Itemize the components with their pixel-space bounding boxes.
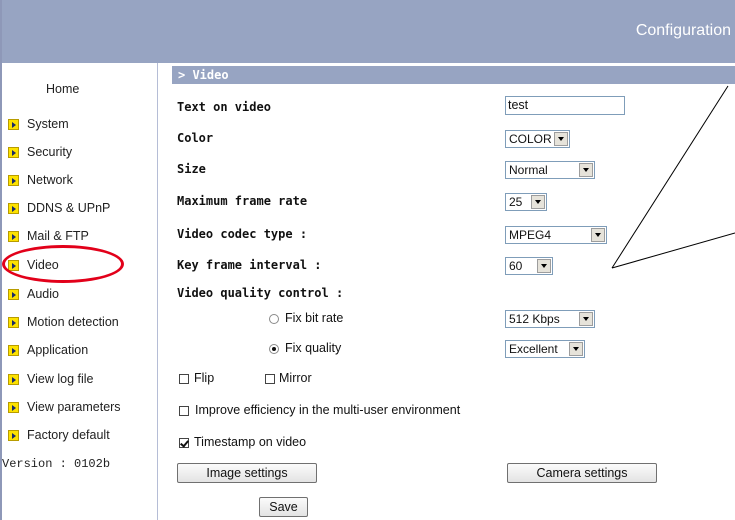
text-on-video-input[interactable]: test — [505, 96, 625, 115]
fix-bit-rate-label: Fix bit rate — [285, 311, 344, 325]
key-frame-select[interactable]: 60 — [505, 257, 553, 275]
sidebar-item-system[interactable]: System — [8, 115, 69, 133]
chevron-down-icon — [554, 132, 568, 146]
section-title: > Video — [172, 66, 735, 84]
sidebar-item-audio[interactable]: Audio — [8, 285, 59, 303]
arrow-icon — [8, 429, 19, 441]
save-button[interactable]: Save — [259, 497, 308, 517]
page-title: Configuration — [635, 22, 731, 39]
mirror-label: Mirror — [279, 371, 312, 385]
arrow-icon — [8, 344, 19, 356]
codec-select-value: MPEG4 — [509, 228, 552, 242]
frame-rate-select-value: 25 — [509, 195, 523, 209]
chevron-down-icon — [537, 259, 551, 273]
quality-control-label: Video quality control : — [177, 286, 344, 300]
multi-user-label: Improve efficiency in the multi-user env… — [195, 403, 461, 417]
size-label: Size — [177, 162, 206, 176]
sidebar-item-mail-ftp[interactable]: Mail & FTP — [8, 227, 89, 245]
arrow-icon — [8, 118, 19, 130]
fix-quality-radio[interactable] — [269, 344, 279, 354]
size-select[interactable]: Normal — [505, 161, 595, 179]
sidebar-item-label: Application — [27, 343, 89, 357]
mirror-checkbox[interactable] — [265, 374, 275, 384]
camera-settings-button[interactable]: Camera settings — [507, 463, 657, 483]
sidebar-item-label: Security — [27, 145, 73, 159]
sidebar-item-application[interactable]: Application — [8, 341, 88, 359]
sidebar-item-label: Network — [27, 173, 73, 187]
chevron-down-icon — [591, 228, 605, 242]
sidebar-item-label: View parameters — [27, 400, 121, 414]
sidebar-item-label: System — [27, 117, 69, 131]
chevron-down-icon — [531, 195, 545, 209]
version-label: Version : 0102b — [2, 457, 111, 471]
sidebar-item-ddns-upnp[interactable]: DDNS & UPnP — [8, 199, 110, 217]
sidebar-item-label: Motion detection — [27, 315, 119, 329]
sidebar-item-view-parameters[interactable]: View parameters — [8, 398, 121, 416]
bit-rate-select-value: 512 Kbps — [509, 312, 560, 326]
chevron-down-icon — [579, 163, 593, 177]
callout-line-left — [611, 85, 729, 269]
callout-line-bottom — [611, 232, 735, 269]
fix-bit-rate-radio[interactable] — [269, 314, 279, 324]
arrow-icon — [8, 373, 19, 385]
codec-select[interactable]: MPEG4 — [505, 226, 607, 244]
flip-checkbox[interactable] — [179, 374, 189, 384]
sidebar-divider — [157, 63, 158, 520]
arrow-icon — [8, 202, 19, 214]
fix-quality-label: Fix quality — [285, 341, 342, 355]
codec-label: Video codec type : — [177, 227, 308, 241]
quality-select[interactable]: Excellent — [505, 340, 585, 358]
sidebar-item-security[interactable]: Security — [8, 143, 72, 161]
arrow-icon — [8, 230, 19, 242]
sidebar-item-motion-detection[interactable]: Motion detection — [8, 313, 119, 331]
quality-select-value: Excellent — [509, 342, 558, 356]
key-frame-label: Key frame interval : — [177, 258, 322, 272]
chevron-down-icon — [579, 312, 593, 326]
highlight-oval — [2, 245, 124, 283]
chevron-down-icon — [569, 342, 583, 356]
sidebar-item-label: DDNS & UPnP — [27, 201, 111, 215]
arrow-icon — [8, 288, 19, 300]
key-frame-select-value: 60 — [509, 259, 523, 273]
size-select-value: Normal — [509, 163, 548, 177]
sidebar-item-label: View log file — [27, 372, 94, 386]
color-select[interactable]: COLOR — [505, 130, 570, 148]
sidebar-item-network[interactable]: Network — [8, 171, 73, 189]
sidebar-item-label: Factory default — [27, 428, 110, 442]
image-settings-button[interactable]: Image settings — [177, 463, 317, 483]
sidebar-item-label: Audio — [27, 287, 59, 301]
arrow-icon — [8, 174, 19, 186]
text-on-video-label: Text on video — [177, 100, 271, 114]
sidebar-item-factory-default[interactable]: Factory default — [8, 426, 110, 444]
sidebar-item-label: Mail & FTP — [27, 229, 89, 243]
timestamp-label: Timestamp on video — [194, 435, 307, 449]
max-frame-rate-label: Maximum frame rate — [177, 194, 308, 208]
arrow-icon — [8, 401, 19, 413]
bit-rate-select[interactable]: 512 Kbps — [505, 310, 595, 328]
timestamp-checkbox[interactable] — [179, 438, 189, 448]
sidebar-item-view-log-file[interactable]: View log file — [8, 370, 93, 388]
color-select-value: COLOR — [509, 132, 552, 146]
frame-rate-select[interactable]: 25 — [505, 193, 547, 211]
color-label: Color — [177, 131, 214, 145]
flip-label: Flip — [194, 371, 215, 385]
header-banner: Configuration — [0, 0, 735, 63]
sidebar-home-link[interactable]: Home — [46, 82, 79, 96]
arrow-icon — [8, 316, 19, 328]
arrow-icon — [8, 146, 19, 158]
multi-user-checkbox[interactable] — [179, 406, 189, 416]
